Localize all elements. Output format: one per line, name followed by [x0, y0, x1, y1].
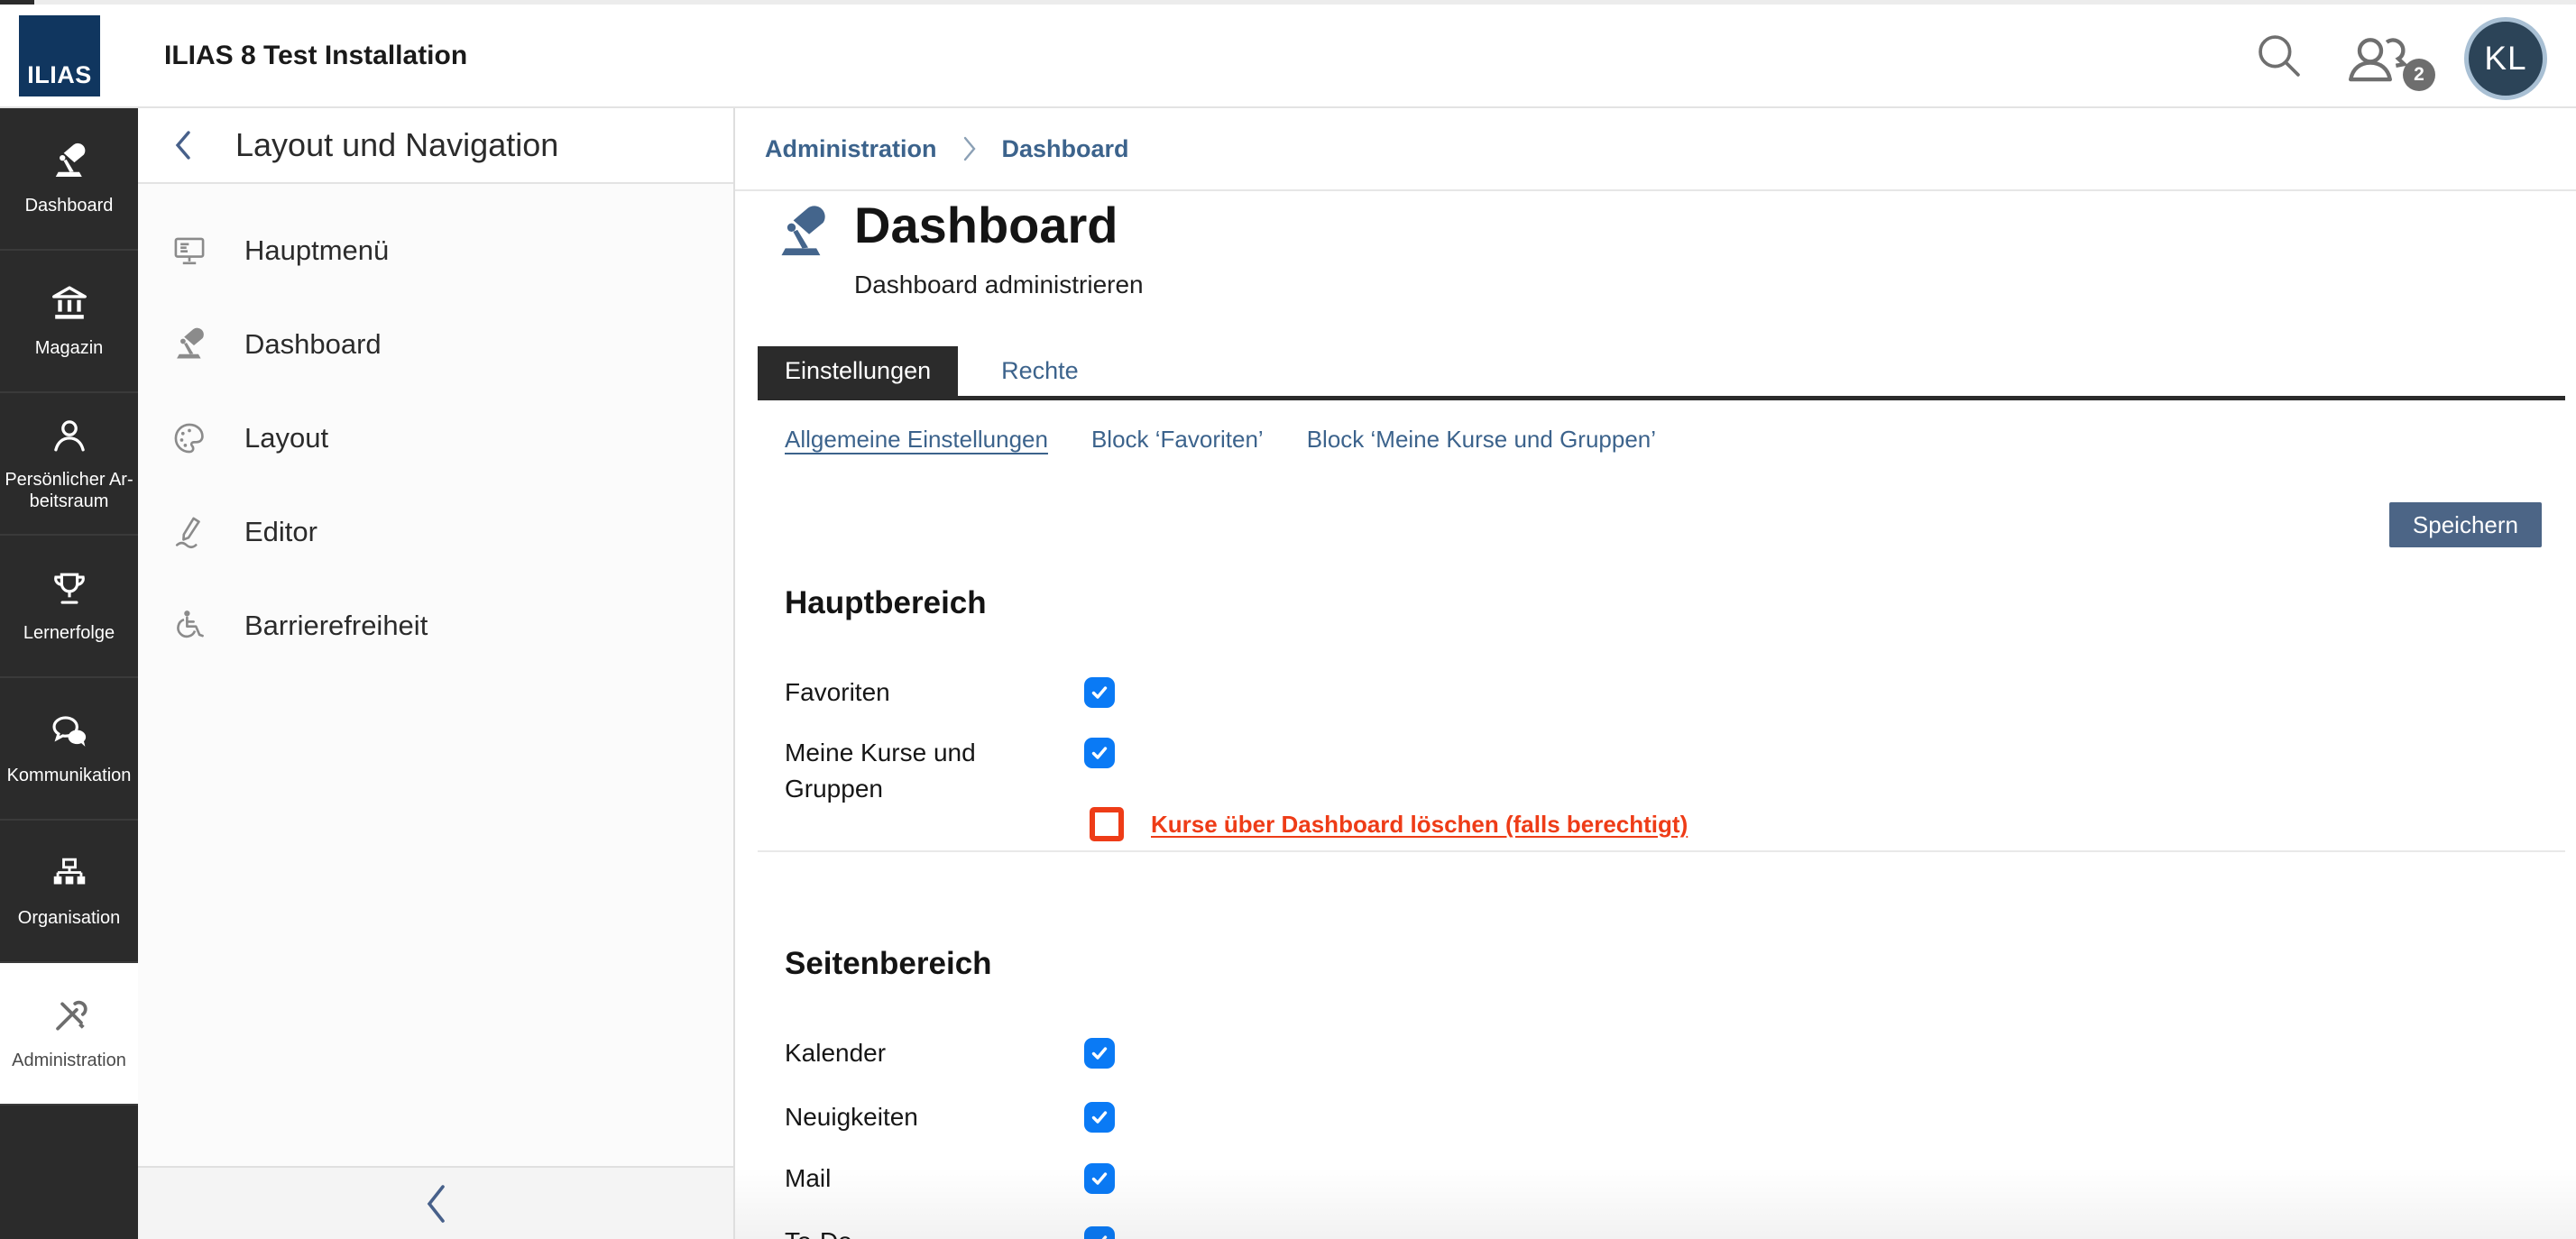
installation-title: ILIAS 8 Test Installation — [164, 5, 467, 106]
panel-item-label: Hauptmenü — [244, 234, 389, 267]
subtab-allgemeine-einstellungen[interactable]: Allgemeine Einstellungen — [785, 426, 1048, 454]
page-subtitle: Dashboard administrieren — [854, 271, 1144, 299]
panel-item-label: Layout — [244, 422, 328, 454]
main-rail: Dashboard Magazin Persönlicher Ar­beitsr… — [0, 108, 138, 1239]
palette-icon — [170, 419, 208, 457]
form-label: Meine Kurse und Gruppen — [785, 735, 1030, 807]
todo-checkbox[interactable] — [1084, 1226, 1115, 1239]
subtab-block-meine-kurse-und-gruppen[interactable]: Block ‘Meine Kurse und Gruppen’ — [1307, 426, 1656, 454]
kalender-checkbox[interactable] — [1084, 1038, 1115, 1069]
panel-title: Layout und Navigation — [235, 126, 558, 164]
side-panel: Layout und Navigation Hauptmenü Dashboa — [138, 108, 735, 1239]
rail-item-label: Lernerfolge — [23, 622, 115, 644]
rail-item-organisation[interactable]: Organisation — [0, 821, 138, 963]
form-label: Mail — [785, 1161, 1030, 1197]
wheelchair-icon — [170, 607, 208, 645]
rail-item-label: Administration — [12, 1050, 126, 1071]
panel-item-dashboard[interactable]: Dashboard — [138, 314, 733, 375]
lamp-icon — [170, 326, 208, 363]
rail-item-label: Organisation — [18, 907, 120, 929]
side-panel-header: Layout und Navigation — [138, 108, 733, 184]
page-title: Dashboard — [854, 197, 1118, 254]
panel-footer — [138, 1166, 733, 1239]
breadcrumb-administration[interactable]: Administration — [765, 135, 937, 163]
panel-item-editor[interactable]: Editor — [138, 501, 733, 563]
main-content: Administration Dashboard Dashboard Dashb… — [735, 108, 2576, 1239]
avatar-initials: KL — [2484, 40, 2526, 78]
rail-item-persoenlicher-arbeitsraum[interactable]: Persönlicher Ar­beitsraum — [0, 393, 138, 536]
neuigkeiten-checkbox[interactable] — [1084, 1102, 1115, 1133]
collapse-panel-chevron-icon[interactable] — [422, 1180, 449, 1227]
panel-item-label: Dashboard — [244, 328, 382, 361]
form-row-kalender: Kalender — [785, 1035, 2522, 1071]
panel-item-layout[interactable]: Layout — [138, 408, 733, 469]
monitor-icon — [170, 232, 208, 270]
panel-list: Hauptmenü Dashboard — [138, 184, 733, 656]
mail-checkbox[interactable] — [1084, 1163, 1115, 1194]
search-icon[interactable] — [2251, 28, 2307, 84]
rail-item-label: Persönlicher Ar­beitsraum — [4, 469, 134, 512]
breadcrumb: Administration Dashboard — [735, 108, 2576, 191]
ilias-logo-text: ILIAS — [27, 61, 92, 89]
rail-item-kommunikation[interactable]: Kommunikation — [0, 678, 138, 821]
rail-item-label: Magazin — [35, 337, 104, 359]
section-heading: Seitenbereich — [785, 945, 2522, 983]
sitemap-icon — [49, 853, 90, 895]
subtab-bar: Allgemeine Einstellungen Block ‘Favorite… — [785, 426, 1656, 454]
form-label: Neuigkeiten — [785, 1099, 1030, 1135]
form-row-mail: Mail — [785, 1161, 2522, 1197]
section-heading: Hauptbereich — [785, 584, 2522, 622]
user-avatar[interactable]: KL — [2464, 17, 2547, 100]
tab-rule — [758, 396, 2565, 400]
section-seitenbereich: Seitenbereich Kalender Neuigkeiten Mail — [785, 945, 2522, 1239]
rail-item-administration[interactable]: Administration — [0, 963, 138, 1106]
rail-item-dashboard[interactable]: Dashboard — [0, 108, 138, 251]
tools-icon — [49, 996, 90, 1037]
rail-item-lernerfolge[interactable]: Lernerfolge — [0, 536, 138, 678]
favoriten-checkbox[interactable] — [1084, 677, 1115, 708]
panel-item-label: Barrierefreiheit — [244, 610, 428, 642]
rail-item-label: Kommunikation — [7, 765, 132, 786]
save-button[interactable]: Speichern — [2389, 502, 2542, 547]
form-label: Kalender — [785, 1035, 1030, 1071]
bank-icon — [49, 283, 90, 325]
person-icon — [49, 415, 90, 456]
chevron-right-icon — [961, 135, 979, 162]
chat-icon — [49, 711, 90, 752]
subtab-block-favoriten[interactable]: Block ‘Favoriten’ — [1091, 426, 1264, 454]
panel-item-label: Editor — [244, 516, 317, 548]
tab-rechte[interactable]: Rechte — [974, 346, 1106, 396]
kurse-loeschen-label[interactable]: Kurse über Dashboard löschen (falls bere… — [1151, 811, 1688, 839]
rail-item-label: Dashboard — [25, 195, 114, 216]
form-row-neuigkeiten: Neuigkeiten — [785, 1099, 2522, 1135]
dashboard-lamp-icon — [771, 201, 833, 264]
tab-bar: Einstellungen Rechte — [758, 346, 1106, 396]
section-hauptbereich: Hauptbereich Favoriten Meine Kurse und G… — [785, 584, 2522, 841]
alert-option-row: Kurse über Dashboard löschen (falls bere… — [1090, 807, 2522, 841]
kurse-loeschen-checkbox[interactable] — [1090, 807, 1124, 841]
ilias-logo[interactable]: ILIAS — [19, 15, 100, 96]
header-bar: ILIAS ILIAS 8 Test Installation 2 KL — [0, 5, 2576, 108]
pen-icon — [170, 513, 208, 551]
form-row-favoriten: Favoriten — [785, 675, 2522, 711]
trophy-icon — [49, 568, 90, 610]
meine-kurse-checkbox[interactable] — [1084, 738, 1115, 768]
tab-einstellungen[interactable]: Einstellungen — [758, 346, 958, 396]
section-divider — [758, 850, 2565, 852]
form-row-meine-kurse: Meine Kurse und Gruppen — [785, 735, 2522, 807]
form-row-todo: To-Do — [785, 1224, 2522, 1239]
ilias-admin-window: ILIAS ILIAS 8 Test Installation 2 KL — [0, 0, 2576, 1239]
form-label: To-Do — [785, 1224, 1030, 1239]
breadcrumb-dashboard[interactable]: Dashboard — [1002, 135, 1129, 163]
lamp-icon — [49, 141, 90, 182]
form-label: Favoriten — [785, 675, 1030, 711]
rail-item-magazin[interactable]: Magazin — [0, 251, 138, 393]
panel-item-barrierefreiheit[interactable]: Barrierefreiheit — [138, 595, 733, 656]
online-count-badge: 2 — [2403, 59, 2435, 91]
panel-item-hauptmenu[interactable]: Hauptmenü — [138, 220, 733, 281]
panel-back-chevron-icon[interactable] — [170, 127, 194, 163]
